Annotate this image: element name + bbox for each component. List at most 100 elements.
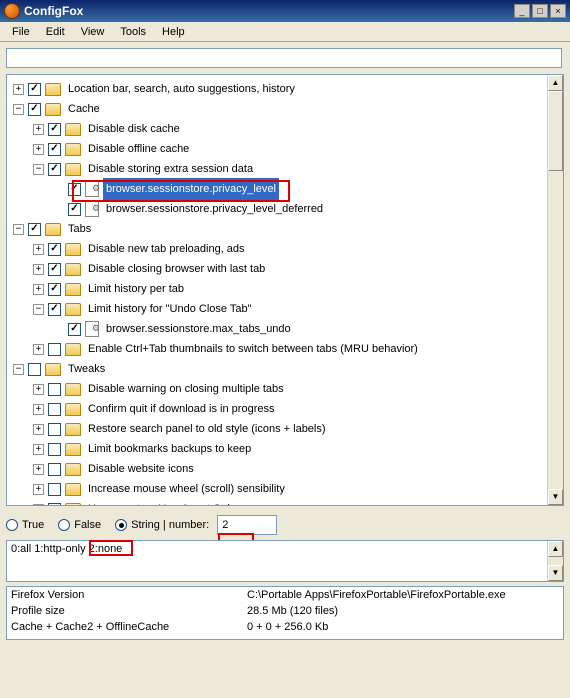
tree-item[interactable]: Confirm quit if download is in progress (85, 398, 277, 420)
checkbox[interactable] (48, 483, 61, 496)
checkbox[interactable]: ✓ (48, 123, 61, 136)
radio-false[interactable] (58, 519, 70, 531)
checkbox[interactable] (48, 383, 61, 396)
scroll-down-button[interactable]: ▼ (548, 565, 563, 581)
expand-icon[interactable]: + (13, 84, 24, 95)
menu-help[interactable]: Help (154, 24, 193, 40)
radio-true[interactable] (6, 519, 18, 531)
tree-item[interactable]: Tweaks (65, 358, 108, 380)
expand-icon[interactable]: + (33, 404, 44, 415)
expand-icon[interactable]: + (33, 464, 44, 475)
description-panel: 0:all 1:http-only 2:none ▲ ▼ (6, 540, 564, 582)
tree-item[interactable]: browser.sessionstore.privacy_level_defer… (103, 198, 326, 220)
tree-item[interactable]: Disable new tab preloading, ads (85, 238, 248, 260)
tree-item[interactable]: Disable closing browser with last tab (85, 258, 268, 280)
app-icon (4, 3, 20, 19)
expand-icon[interactable]: + (33, 484, 44, 495)
folder-icon (65, 443, 81, 456)
folder-icon (65, 423, 81, 436)
info-key: Cache + Cache2 + OfflineCache (7, 621, 243, 637)
scrollbar-vertical[interactable]: ▲ ▼ (547, 75, 563, 505)
tree-item[interactable]: Cache (65, 98, 103, 120)
folder-icon (65, 303, 81, 316)
checkbox[interactable]: ✓ (28, 83, 41, 96)
tree-item[interactable]: Use a custom UserAgent String (85, 498, 245, 506)
checkbox[interactable]: ✓ (48, 263, 61, 276)
expand-icon[interactable]: + (33, 344, 44, 355)
menu-file[interactable]: File (4, 24, 38, 40)
checkbox[interactable]: ✓ (48, 243, 61, 256)
checkbox[interactable]: ✓ (68, 183, 81, 196)
scrollbar-vertical[interactable]: ▲ ▼ (547, 541, 563, 581)
window-title: ConfigFox (24, 4, 514, 18)
menu-view[interactable]: View (73, 24, 113, 40)
checkbox[interactable]: ✓ (48, 283, 61, 296)
tree-item[interactable]: Increase mouse wheel (scroll) sensibilit… (85, 478, 288, 500)
checkbox[interactable]: ✓ (68, 323, 81, 336)
checkbox[interactable]: ✓ (48, 143, 61, 156)
tree-item[interactable]: Restore search panel to old style (icons… (85, 418, 329, 440)
menu-edit[interactable]: Edit (38, 24, 73, 40)
tree-item[interactable]: Limit bookmarks backups to keep (85, 438, 254, 460)
checkbox[interactable] (48, 423, 61, 436)
collapse-icon[interactable]: − (13, 364, 24, 375)
tree-item[interactable]: Disable website icons (85, 458, 197, 480)
value-input[interactable] (217, 515, 277, 535)
checkbox[interactable] (28, 363, 41, 376)
maximize-button[interactable]: □ (532, 4, 548, 18)
tree-item-selected[interactable]: browser.sessionstore.privacy_level (103, 178, 279, 200)
expand-icon[interactable]: + (33, 144, 44, 155)
folder-icon (65, 463, 81, 476)
folder-icon (65, 163, 81, 176)
expand-icon[interactable]: + (33, 424, 44, 435)
checkbox[interactable] (48, 463, 61, 476)
expand-icon[interactable]: + (33, 444, 44, 455)
scroll-up-button[interactable]: ▲ (548, 75, 563, 91)
checkbox[interactable] (48, 443, 61, 456)
expand-icon[interactable]: + (33, 124, 44, 135)
filter-input[interactable] (6, 48, 562, 68)
checkbox[interactable]: ✓ (68, 203, 81, 216)
checkbox[interactable] (48, 503, 61, 507)
tree-item[interactable]: Disable offline cache (85, 138, 192, 160)
tree-item[interactable]: Limit history per tab (85, 278, 187, 300)
tree-item[interactable]: browser.sessionstore.max_tabs_undo (103, 318, 294, 340)
minimize-button[interactable]: _ (514, 4, 530, 18)
collapse-icon[interactable]: − (33, 164, 44, 175)
tree-item[interactable]: Enable Ctrl+Tab thumbnails to switch bet… (85, 338, 421, 360)
checkbox[interactable]: ✓ (28, 103, 41, 116)
title-bar: ConfigFox _ □ × (0, 0, 570, 22)
tree-item[interactable]: Location bar, search, auto suggestions, … (65, 78, 298, 100)
expand-icon[interactable]: + (33, 264, 44, 275)
checkbox[interactable]: ✓ (48, 303, 61, 316)
checkbox[interactable] (48, 343, 61, 356)
tree-item[interactable]: Tabs (65, 218, 94, 240)
expand-icon[interactable]: + (33, 504, 44, 507)
tree-item[interactable]: Disable warning on closing multiple tabs (85, 378, 287, 400)
expand-icon[interactable]: + (33, 284, 44, 295)
radio-strnum[interactable] (115, 519, 127, 531)
menu-tools[interactable]: Tools (112, 24, 154, 40)
tree-item[interactable]: Limit history for "Undo Close Tab" (85, 298, 255, 320)
checkbox[interactable]: ✓ (48, 163, 61, 176)
filter-bar (6, 48, 564, 68)
checkbox[interactable] (48, 403, 61, 416)
collapse-icon[interactable]: − (13, 104, 24, 115)
info-value: 28.5 Mb (120 files) (243, 605, 563, 621)
scroll-thumb[interactable] (548, 91, 563, 171)
close-button[interactable]: × (550, 4, 566, 18)
scroll-up-button[interactable]: ▲ (548, 541, 563, 557)
tree-item[interactable]: Disable disk cache (85, 118, 183, 140)
tree-item[interactable]: Disable storing extra session data (85, 158, 256, 180)
radio-strnum-label: String | number: (131, 519, 209, 531)
collapse-icon[interactable]: − (13, 224, 24, 235)
folder-icon (65, 263, 81, 276)
checkbox[interactable]: ✓ (28, 223, 41, 236)
expand-icon[interactable]: + (33, 244, 44, 255)
collapse-icon[interactable]: − (33, 304, 44, 315)
expand-icon[interactable]: + (33, 384, 44, 395)
value-type-row: True False String | number: (6, 514, 564, 536)
scroll-down-button[interactable]: ▼ (548, 489, 563, 505)
folder-icon (65, 403, 81, 416)
folder-icon (65, 503, 81, 507)
